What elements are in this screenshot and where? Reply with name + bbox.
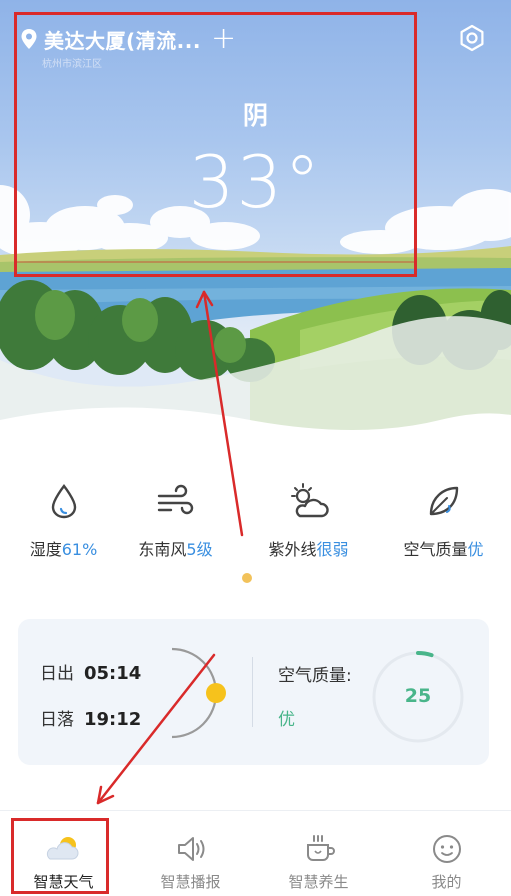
tab-mine-label: 我的 (431, 873, 462, 891)
sunrise-label: 日出 (40, 664, 74, 684)
metric-uv: 紫外线很弱 (245, 480, 372, 560)
air-quality-title: 空气质量: (278, 666, 352, 686)
sunrise-time: 05:14 (84, 663, 142, 684)
sunrise-row: 日出 05:14 (40, 659, 141, 684)
card-divider (252, 657, 253, 727)
wind-icon (157, 484, 193, 515)
sunset-row: 日落 19:12 (40, 705, 141, 730)
smiley-icon (432, 835, 461, 863)
sun-arc-graphic (171, 647, 226, 739)
tab-smart-health-label: 智慧养生 (288, 873, 349, 891)
metric-humidity-value: 61% (61, 540, 98, 559)
metric-uv-label: 紫外线 (268, 540, 317, 559)
page-indicator-dot[interactable] (242, 573, 252, 583)
annotation-nav-highlight-box (11, 818, 109, 894)
metric-air-value: 优 (467, 540, 484, 559)
settings-gear-icon[interactable] (458, 24, 486, 52)
tab-smart-health[interactable]: 智慧养生 (255, 811, 382, 896)
leaf-icon (429, 486, 458, 516)
metric-humidity-label: 湿度 (29, 540, 62, 559)
metric-humidity: 湿度61% (0, 480, 127, 560)
metric-wind-label: 东南风 (138, 540, 187, 559)
metric-air-label: 空气质量 (403, 540, 468, 559)
tea-cup-icon (306, 835, 335, 861)
tab-smart-broadcast[interactable]: 智慧播报 (127, 811, 254, 896)
sun-air-card[interactable]: 日出 05:14 日落 19:12 空气质量: 优 25 (18, 619, 489, 765)
air-quality-level: 优 (278, 710, 295, 730)
metric-air-quality: 空气质量优 (380, 480, 507, 560)
tab-mine[interactable]: 我的 (383, 811, 510, 896)
annotation-highlight-box (14, 12, 417, 277)
metric-uv-value: 很弱 (316, 540, 349, 559)
humidity-drop-icon (51, 484, 76, 519)
speaker-icon (177, 837, 204, 861)
air-quality-value: 25 (404, 685, 432, 707)
sun-cloud-icon (290, 483, 329, 518)
metric-wind-value: 5级 (186, 540, 213, 559)
tab-smart-broadcast-label: 智慧播报 (160, 873, 221, 891)
metric-wind: 东南风5级 (112, 480, 239, 560)
weather-metrics: 湿度61% 东南风5级 紫外线很弱 空气质量优 (0, 480, 511, 570)
sunset-time: 19:12 (84, 709, 142, 730)
sunset-label: 日落 (40, 710, 74, 730)
